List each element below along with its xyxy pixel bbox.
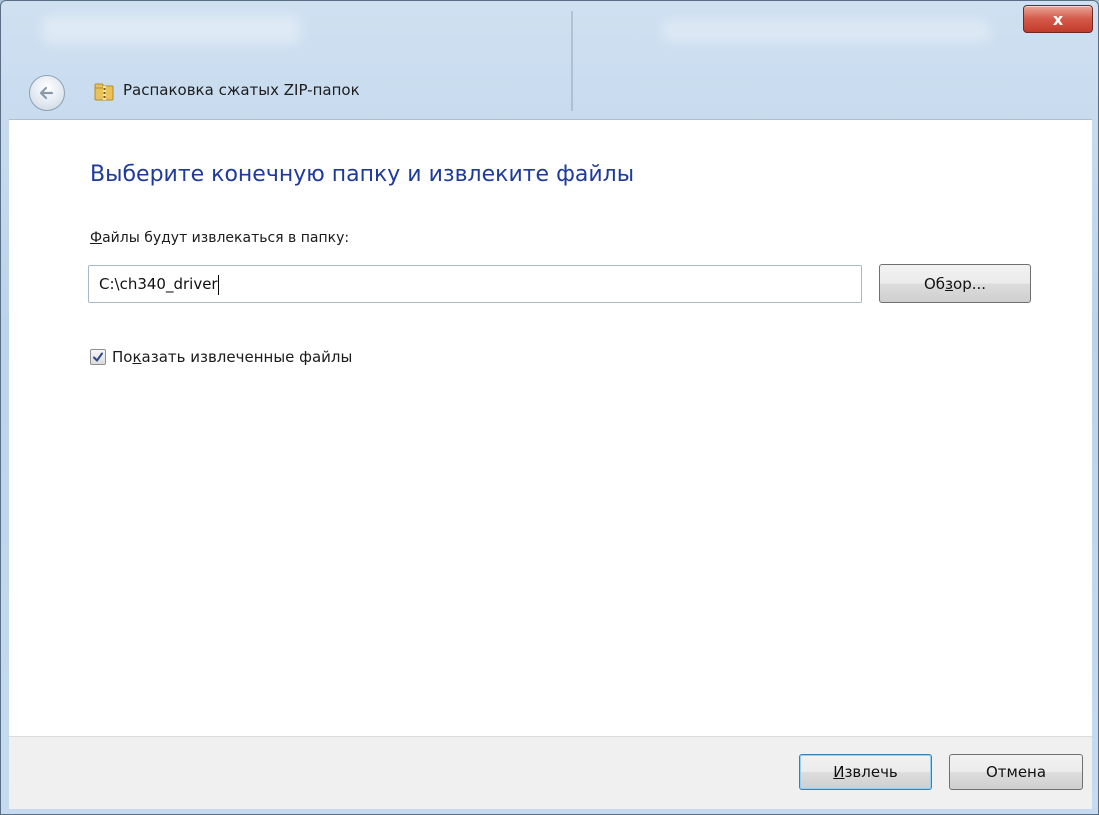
checkmark-icon	[93, 352, 103, 362]
access-key: И	[833, 763, 845, 781]
back-arrow-icon	[39, 86, 54, 100]
show-files-checkbox[interactable]	[90, 349, 106, 365]
page-heading: Выберите конечную папку и извлеките файл…	[90, 162, 635, 187]
access-key: Ф	[90, 230, 103, 246]
destination-folder-label: Файлы будут извлекаться в папку:	[90, 230, 349, 246]
glass-blur	[661, 19, 991, 43]
wizard-nav-bar: Распаковка сжатых ZIP-папок	[1, 67, 1098, 119]
cancel-button[interactable]: Отмена	[949, 754, 1083, 790]
show-files-label[interactable]: Показать извлеченные файлы	[112, 348, 352, 366]
label-post: азать извлеченные файлы	[141, 348, 353, 366]
text-caret	[217, 274, 219, 295]
access-key: к	[132, 348, 142, 366]
back-button[interactable]	[29, 75, 65, 111]
wizard-footer: Извлечь Отмена	[9, 736, 1092, 809]
extract-button[interactable]: Извлечь	[799, 754, 932, 790]
show-extracted-files-option[interactable]: Показать извлеченные файлы	[90, 348, 352, 366]
wizard-content: Выберите конечную папку и извлеките файл…	[9, 119, 1092, 736]
path-value: C:\ch340_driver	[99, 275, 218, 293]
cancel-label: Отмена	[985, 763, 1047, 781]
destination-path-input[interactable]: C:\ch340_driver	[88, 265, 862, 303]
close-button[interactable]: x	[1023, 5, 1093, 33]
browse-label-pre: Об	[923, 274, 946, 293]
extract-wizard-window: x Распаковка сжатых ZIP-папок Выберите к…	[0, 0, 1099, 815]
label-text: айлы будут извлекаться в папку:	[102, 230, 350, 246]
extract-label: звлечь	[844, 763, 898, 781]
browse-button[interactable]: Об з ор...	[879, 264, 1031, 303]
close-icon: x	[1052, 9, 1064, 29]
glass-blur	[41, 15, 301, 45]
access-key: з	[945, 274, 954, 293]
browse-label-post: ор...	[953, 274, 987, 293]
wizard-title: Распаковка сжатых ZIP-папок	[123, 81, 360, 99]
label-pre: По	[112, 348, 133, 366]
zip-folder-icon	[94, 83, 114, 101]
